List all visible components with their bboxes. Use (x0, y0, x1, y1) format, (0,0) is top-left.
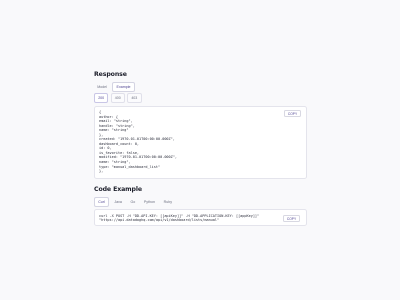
response-code: {author: {email: "string", handle: "strin… (99, 110, 177, 174)
code-example-heading: Code Example (94, 186, 142, 193)
response-heading: Response (94, 71, 127, 78)
language-tabs: Curl Java Go Python Ruby (94, 197, 177, 207)
code-line: "https://api.datadoghq.com/api/v1/dashbo… (99, 218, 220, 223)
tab-status-200[interactable]: 200 (94, 93, 109, 103)
code-example-block: curl -X POST -H "DD-API-KEY: [[apiKey]]"… (94, 209, 307, 226)
response-view-tabs: Model Example (94, 82, 137, 92)
tab-python[interactable]: Python (141, 198, 159, 206)
tab-go[interactable]: Go (127, 198, 138, 206)
tab-curl[interactable]: Curl (94, 197, 109, 207)
curl-code: curl -X POST -H "DD-API-KEY: [[apiKey]]"… (99, 214, 259, 223)
response-code-block: {author: {email: "string", handle: "strin… (94, 106, 307, 179)
tab-ruby[interactable]: Ruby (160, 198, 175, 206)
tab-java[interactable]: Java (111, 198, 125, 206)
copy-response-button[interactable]: COPY (284, 110, 301, 117)
tab-example[interactable]: Example (112, 82, 135, 92)
tab-status-403[interactable]: 403 (127, 93, 142, 103)
response-status-tabs: 200 400 403 (94, 93, 144, 103)
tab-status-400[interactable]: 400 (110, 93, 125, 103)
code-line: }, (99, 169, 104, 174)
tab-model[interactable]: Model (94, 83, 110, 91)
copy-code-button[interactable]: COPY (283, 215, 300, 222)
